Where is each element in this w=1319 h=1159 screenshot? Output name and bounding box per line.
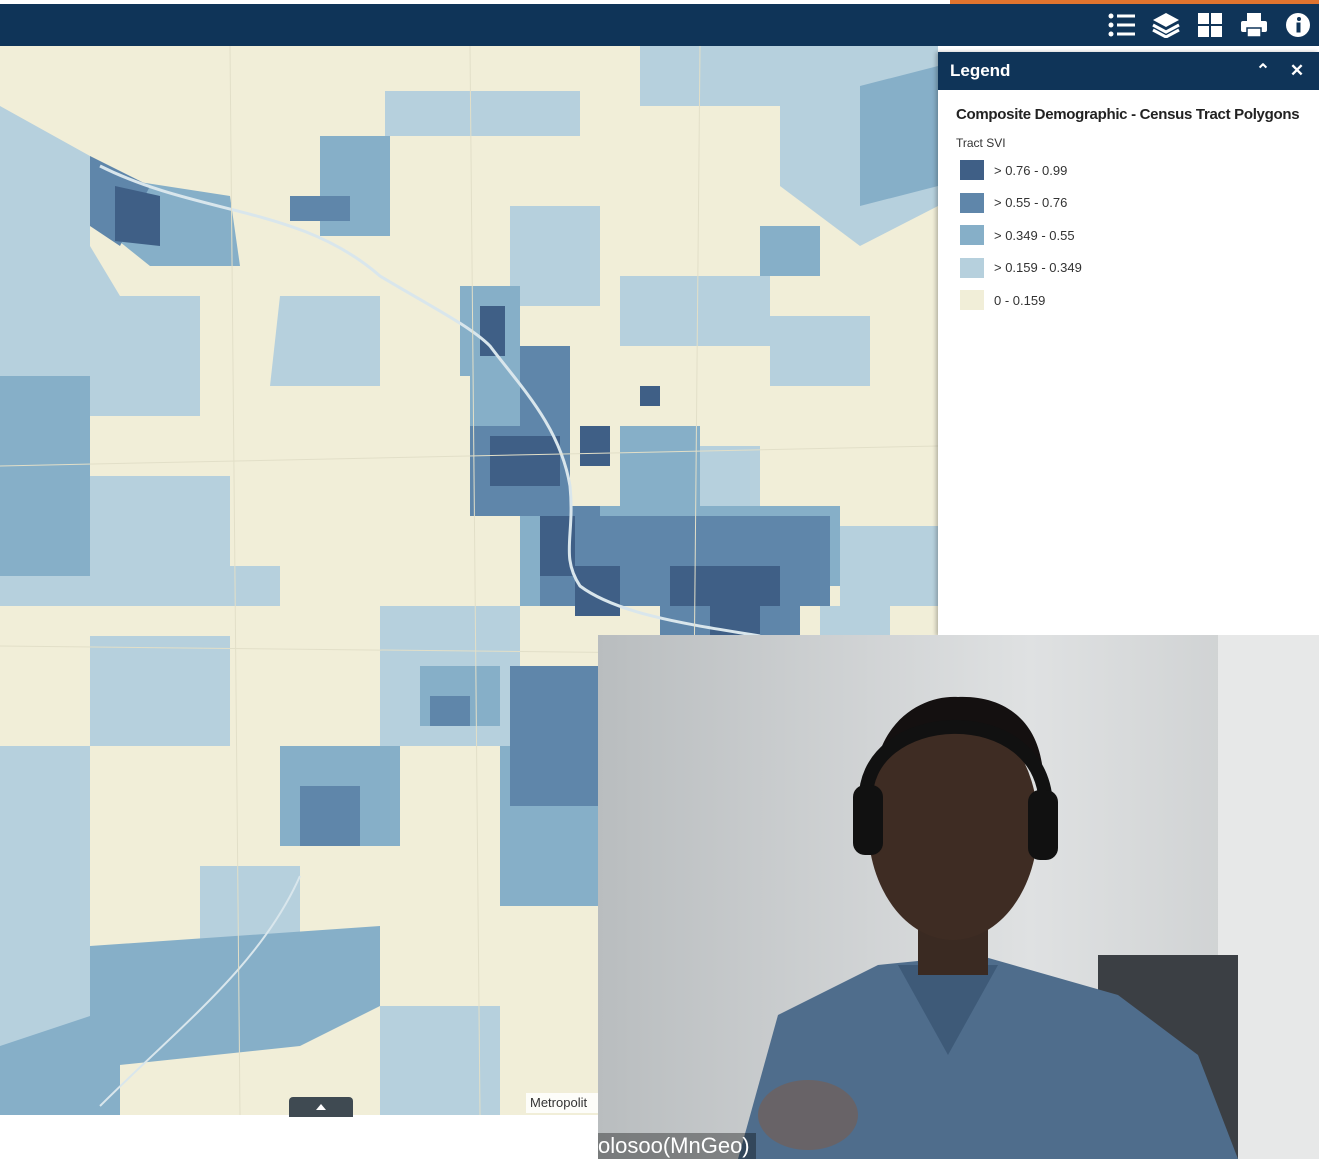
attribute-table-toggle[interactable] (289, 1097, 353, 1117)
close-icon[interactable]: ✕ (1285, 61, 1309, 81)
legend-header: Legend ⌃ ✕ (938, 52, 1319, 90)
legend-class-row: > 0.55 - 0.76 (960, 187, 1319, 220)
legend-title: Legend (950, 61, 1011, 80)
map-attribution: Metropolit (526, 1093, 600, 1113)
legend-panel: Legend ⌃ ✕ Composite Demographic - Censu… (938, 52, 1319, 636)
toolbar (1107, 4, 1313, 46)
legend-class-label: > 0.76 - 0.99 (994, 162, 1068, 178)
double-chevron-up-icon[interactable]: ⌃ (1251, 61, 1275, 81)
legend-layer-title: Composite Demographic - Census Tract Pol… (956, 106, 1300, 123)
legend-class-row: 0 - 0.159 (960, 284, 1319, 317)
legend-class-list: > 0.76 - 0.99 > 0.55 - 0.76 > 0.349 - 0.… (938, 154, 1319, 317)
legend-class-label: 0 - 0.159 (994, 292, 1046, 308)
legend-class-label: > 0.159 - 0.349 (994, 260, 1082, 276)
legend-class-row: > 0.159 - 0.349 (960, 252, 1319, 285)
legend-swatch (960, 257, 984, 278)
layers-icon[interactable] (1151, 10, 1181, 40)
legend-swatch (960, 192, 984, 213)
chevron-up-icon (316, 1104, 326, 1110)
legend-list-icon[interactable] (1107, 10, 1137, 40)
print-icon[interactable] (1239, 10, 1269, 40)
legend-field-name: Tract SVI (956, 136, 1006, 150)
legend-class-row: > 0.349 - 0.55 (960, 219, 1319, 252)
legend-swatch (960, 160, 984, 181)
participant-video-frame (598, 635, 1319, 1159)
basemap-gallery-icon[interactable] (1195, 10, 1225, 40)
legend-swatch (960, 225, 984, 246)
legend-class-label: > 0.55 - 0.76 (994, 195, 1068, 211)
legend-class-row: > 0.76 - 0.99 (960, 154, 1319, 187)
video-overlay: olosoo(MnGeo) (598, 635, 1319, 1159)
legend-class-label: > 0.349 - 0.55 (994, 227, 1075, 243)
legend-swatch (960, 290, 984, 311)
participant-name-label: olosoo(MnGeo) (598, 1133, 756, 1159)
info-icon[interactable] (1283, 10, 1313, 40)
